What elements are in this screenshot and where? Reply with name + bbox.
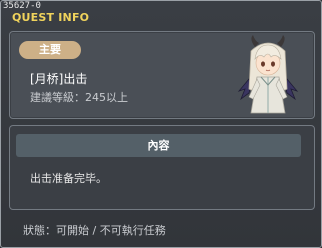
npc-horn-right [277, 35, 285, 47]
quest-id-label: 35627-0 [3, 1, 41, 11]
npc-horn-left [251, 35, 259, 47]
quest-recommended-level: 建議等級：245以上 [30, 91, 128, 104]
content-header: 內容 [16, 134, 301, 157]
npc-eye-right [271, 61, 275, 67]
content-text: 出击准备完毕。 [30, 172, 107, 185]
window-title: QUEST INFO [12, 11, 90, 24]
quest-info-window: 35627-0 QUEST INFO 主要 [月桥]出击 建議等級：245以上 … [0, 0, 322, 248]
quest-status-text: 狀態：可開始 / 不可執行任務 [23, 224, 166, 237]
npc-portrait-icon [237, 35, 299, 114]
quest-type-badge: 主要 [19, 41, 81, 59]
npc-eye-left [261, 61, 265, 67]
quest-name: [月桥]出击 [30, 72, 88, 86]
